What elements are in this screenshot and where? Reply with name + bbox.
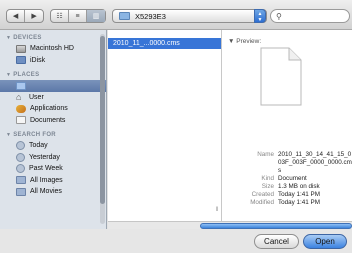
sidebar-item-label: All Images <box>30 176 63 184</box>
view-mode-control: ☷ ≡ ▥ <box>50 9 106 23</box>
location-label: X5293E3 <box>135 11 166 21</box>
clock-icon <box>16 141 25 151</box>
sidebar-scrollbar-thumb[interactable] <box>100 36 105 204</box>
sidebar-section-places[interactable]: ▼ PLACES <box>0 70 106 80</box>
back-button[interactable]: ◀ <box>7 10 26 22</box>
folder-icon <box>119 12 130 20</box>
idisk-icon <box>16 56 26 65</box>
info-value: Document <box>278 175 307 182</box>
info-key: Modified <box>250 199 274 206</box>
sidebar-item-label: Documents <box>30 116 66 124</box>
column-view-icon: ▥ <box>92 13 100 20</box>
sidebar-item-all-images[interactable]: All Images <box>0 175 106 187</box>
sidebar-item-yesterday[interactable]: Yesterday <box>0 152 106 164</box>
open-button[interactable]: Open <box>303 234 347 249</box>
location-popup[interactable]: X5293E3 ▲ ▼ <box>112 9 267 23</box>
disclosure-triangle-icon: ▼ <box>6 72 12 78</box>
sidebar-item-label: Yesterday <box>29 153 60 161</box>
list-view-icon: ≡ <box>75 12 80 20</box>
sidebar-section-devices[interactable]: ▼ DEVICES <box>0 33 106 43</box>
horizontal-scrollbar[interactable] <box>108 221 352 229</box>
sidebar-item-label: Macintosh HD <box>30 45 74 53</box>
info-value: Today 1:41 PM <box>278 191 321 198</box>
smart-folder-icon <box>16 187 26 196</box>
info-row-kind: Kind Document <box>222 175 352 183</box>
section-header: DEVICES <box>13 35 42 41</box>
sidebar-item-label: User <box>29 93 44 101</box>
info-value: Today 1:41 PM <box>278 199 321 206</box>
applications-icon <box>16 104 26 113</box>
section-header: PLACES <box>13 72 40 78</box>
popup-arrows-icon: ▲ ▼ <box>254 9 266 23</box>
button-bar: Cancel Open <box>0 229 352 253</box>
file-info: Name 2010_11_30_14_41_15_003F_003F_0000_… <box>222 151 352 207</box>
toolbar: ◀ ▶ ☷ ≡ ▥ X5293E3 ▲ ▼ ⚲ <box>0 0 352 30</box>
smart-folder-icon <box>16 176 26 185</box>
forward-arrow-icon: ▶ <box>31 13 37 20</box>
sidebar-item-documents[interactable]: Documents <box>0 115 106 127</box>
cancel-button[interactable]: Cancel <box>254 234 299 249</box>
folder-icon <box>16 81 26 90</box>
list-view-button[interactable]: ≡ <box>69 10 87 22</box>
file-column: 2010_11_...0000.cms <box>108 30 222 221</box>
hard-drive-icon <box>16 44 26 53</box>
disclosure-triangle-icon: ▼ <box>228 38 237 45</box>
sidebar-item-past-week[interactable]: Past Week <box>0 163 106 175</box>
sidebar-item-label: Today <box>29 142 48 150</box>
sidebar-item-label: Past Week <box>29 165 63 173</box>
disclosure-triangle-icon: ▼ <box>6 132 12 138</box>
info-row-modified: Modified Today 1:41 PM <box>222 199 352 207</box>
sidebar-item-user[interactable]: ⌂ User <box>0 92 106 104</box>
search-icon: ⚲ <box>276 11 282 21</box>
document-icon <box>260 47 302 106</box>
sidebar: ▼ DEVICES Macintosh HD iDisk ▼ PLACES ⌂ … <box>0 30 107 233</box>
sidebar-item-selected-folder[interactable] <box>0 80 106 92</box>
info-row-size: Size 1.3 MB on disk <box>222 183 352 191</box>
home-icon: ⌂ <box>16 91 22 102</box>
forward-button[interactable]: ▶ <box>25 10 43 22</box>
info-key: Kind <box>261 175 274 182</box>
sidebar-item-today[interactable]: Today <box>0 140 106 152</box>
file-name: 2010_11_...0000.cms <box>113 40 180 47</box>
sidebar-item-macintosh-hd[interactable]: Macintosh HD <box>0 43 106 55</box>
sidebar-item-all-movies[interactable]: All Movies <box>0 186 106 198</box>
documents-icon <box>16 116 26 125</box>
sidebar-item-idisk[interactable]: iDisk <box>0 55 106 67</box>
sidebar-item-label: All Movies <box>30 188 62 196</box>
clock-icon <box>16 152 25 162</box>
file-row-selected[interactable]: 2010_11_...0000.cms <box>108 38 221 49</box>
icon-view-button[interactable]: ☷ <box>51 10 69 22</box>
back-arrow-icon: ◀ <box>12 13 19 20</box>
info-value: 1.3 MB on disk <box>278 183 320 190</box>
back-forward-control: ◀ ▶ <box>6 9 44 23</box>
search-field[interactable]: ⚲ <box>270 9 350 23</box>
info-value: 2010_11_30_14_41_15_003F_003F_0000_0000.… <box>278 151 352 174</box>
sidebar-item-applications[interactable]: Applications <box>0 103 106 115</box>
info-key: Name <box>257 151 274 158</box>
sidebar-section-search-for[interactable]: ▼ SEARCH FOR <box>0 130 106 140</box>
disclosure-triangle-icon: ▼ <box>6 35 12 41</box>
clock-icon <box>16 164 25 174</box>
column-view-button[interactable]: ▥ <box>87 10 105 22</box>
sidebar-item-label: Applications <box>30 105 68 113</box>
info-row-created: Created Today 1:41 PM <box>222 191 352 199</box>
open-file-dialog: ◀ ▶ ☷ ≡ ▥ X5293E3 ▲ ▼ ⚲ ▼ DEVICES Macint… <box>0 0 352 253</box>
info-key: Created <box>251 191 274 198</box>
info-row-name: Name 2010_11_30_14_41_15_003F_003F_0000_… <box>222 151 352 175</box>
sidebar-item-label: iDisk <box>30 56 46 64</box>
preview-label: ▼ Preview: <box>228 38 262 45</box>
section-header: SEARCH FOR <box>13 132 56 138</box>
icon-view-icon: ☷ <box>56 13 63 20</box>
info-key: Size <box>261 183 274 190</box>
